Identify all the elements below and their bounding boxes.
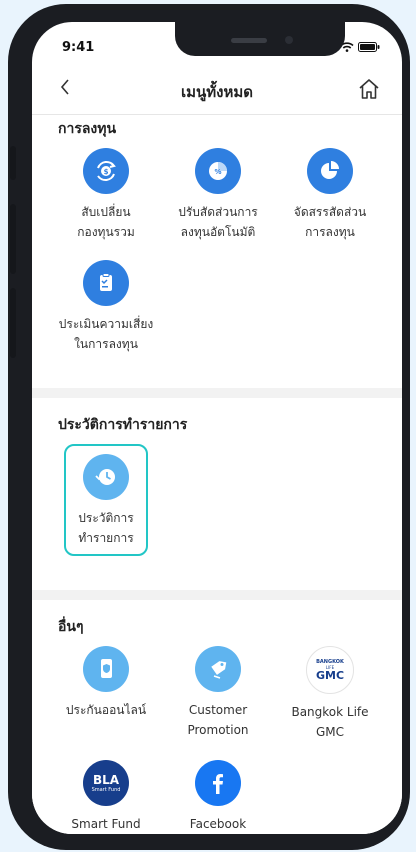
history-section: ประวัติการทำรายการ ประวัติการ ทำรายการ xyxy=(32,398,402,590)
menu-item-smart-fund[interactable]: BLA Smart Fund Smart Fund xyxy=(50,760,162,834)
menu-item-online-insurance[interactable]: ประกันออนไลน์ xyxy=(50,646,162,742)
section-divider xyxy=(32,388,402,398)
svg-text:%: % xyxy=(214,168,221,176)
menu-item-label: จัดสรรสัดส่วน การลงทุน xyxy=(293,205,367,239)
menu-item-label: ประวัติการ ทำรายการ xyxy=(78,511,134,545)
menu-content: การลงทุน $ สับเปลี่ยน กองทุนรวม % ปรับสั… xyxy=(32,114,402,834)
auto-rebalance-icon: % xyxy=(195,148,241,194)
fund-switch-icon: $ xyxy=(83,148,129,194)
menu-item-customer-promotion[interactable]: Customer Promotion xyxy=(162,646,274,742)
phone-side-button xyxy=(10,288,16,358)
others-section: อื่นๆ ประกันออนไลน์ Customer Promotion B… xyxy=(32,600,402,834)
app-screen: 9:41 เมนูทั้งหมด การลงทุน $ สับเปลี่ยน ก… xyxy=(32,22,402,834)
menu-item-transaction-history[interactable]: ประวัติการ ทำรายการ xyxy=(64,444,148,556)
menu-item-label: Customer Promotion xyxy=(187,703,249,737)
phone-frame: 9:41 เมนูทั้งหมด การลงทุน $ สับเปลี่ยน ก… xyxy=(8,4,410,850)
menu-item-risk-assessment[interactable]: ประเมินความเสี่ยง ในการลงทุน xyxy=(50,260,162,354)
phone-side-button xyxy=(10,146,16,180)
menu-item-label: Smart Fund xyxy=(71,817,141,831)
facebook-icon xyxy=(195,760,241,806)
front-camera xyxy=(285,36,293,44)
menu-item-bangkok-life-gmc[interactable]: BANGKOK LIFE GMC Bangkok Life GMC xyxy=(274,646,386,742)
logo-text-main: GMC xyxy=(315,668,345,682)
svg-text:$: $ xyxy=(104,168,109,176)
battery-icon xyxy=(358,42,380,52)
notch xyxy=(175,22,345,56)
home-icon xyxy=(359,79,379,99)
risk-assessment-icon xyxy=(83,260,129,306)
menu-item-label: Facebook xyxy=(189,817,247,831)
section-title-others: อื่นๆ xyxy=(58,619,84,635)
menu-item-label: Bangkok Life GMC xyxy=(291,705,369,739)
menu-item-label: ประเมินความเสี่ยง ในการลงทุน xyxy=(58,317,154,351)
page-title: เมนูทั้งหมด xyxy=(181,83,253,101)
investment-section: การลงทุน $ สับเปลี่ยน กองทุนรวม % ปรับสั… xyxy=(32,114,402,388)
menu-item-label: ปรับสัดส่วนการ ลงทุนอัตโนมัติ xyxy=(178,205,258,239)
section-title-history: ประวัติการทำรายการ xyxy=(58,417,188,433)
phone-side-button xyxy=(10,204,16,274)
history-icon xyxy=(83,454,129,500)
menu-item-facebook[interactable]: Facebook xyxy=(162,760,274,834)
app-header: เมนูทั้งหมด xyxy=(32,66,402,115)
pie-chart-icon xyxy=(307,148,353,194)
section-title-investment: การลงทุน xyxy=(58,121,117,137)
speaker xyxy=(231,38,267,43)
online-insurance-icon xyxy=(83,646,129,692)
menu-item-auto-rebalance[interactable]: % ปรับสัดส่วนการ ลงทุนอัตโนมัติ xyxy=(162,148,274,242)
logo-text-main: BLA xyxy=(92,772,120,787)
section-divider xyxy=(32,590,402,600)
status-time: 9:41 xyxy=(62,40,95,55)
logo-text-sub: Smart Fund xyxy=(91,786,121,793)
home-button[interactable] xyxy=(358,78,380,104)
promotion-icon xyxy=(195,646,241,692)
menu-item-fund-switch[interactable]: $ สับเปลี่ยน กองทุนรวม xyxy=(50,148,162,242)
menu-item-label: ประกันออนไลน์ xyxy=(65,703,147,717)
bangkok-life-gmc-logo: BANGKOK LIFE GMC xyxy=(306,646,354,694)
smart-fund-logo: BLA Smart Fund xyxy=(83,760,129,806)
menu-item-allocation[interactable]: จัดสรรสัดส่วน การลงทุน xyxy=(274,148,386,242)
menu-item-label: สับเปลี่ยน กองทุนรวม xyxy=(77,205,135,239)
